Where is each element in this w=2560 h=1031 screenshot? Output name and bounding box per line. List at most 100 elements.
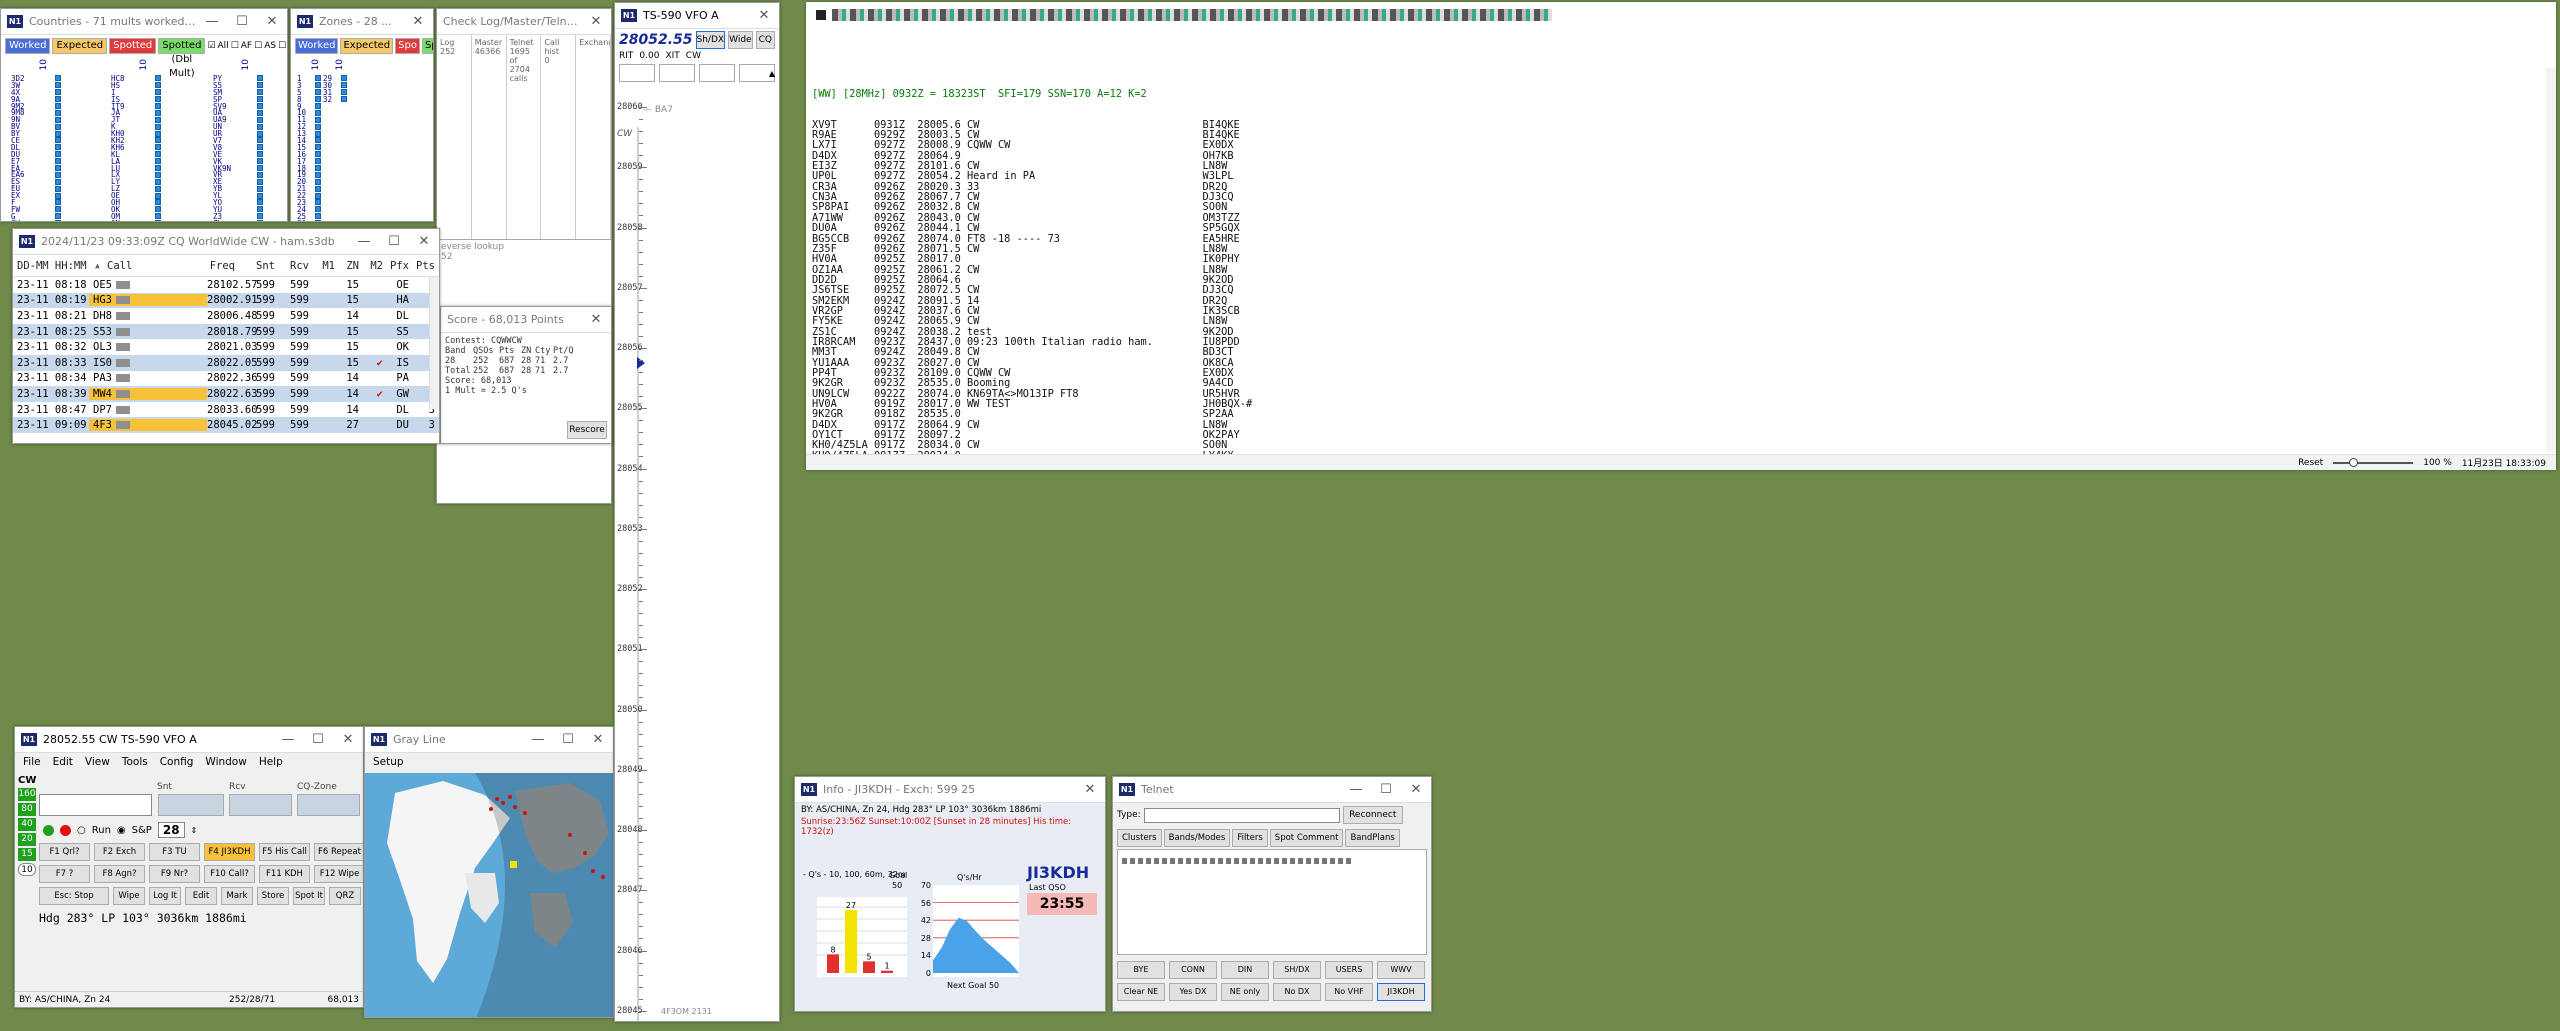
fkey-f1-qrl-[interactable]: F1 Qrl? [39,843,90,861]
spot-ba7[interactable]: BA7 [655,105,673,115]
grayline-titlebar[interactable]: N1 Gray Line — ☐ ✕ [365,727,613,753]
telnet-sh-dx-button[interactable]: SH/DX [1273,961,1321,979]
mult-item[interactable]: ZL [213,219,263,221]
entry-titlebar[interactable]: N1 28052.55 CW TS-590 VFO A — ☐ ✕ [15,727,363,753]
sp-radio[interactable]: ◉ [117,825,126,836]
table-row[interactable]: 23-11 08:19HG328002.9159959915HA3 [13,292,439,309]
checklog-titlebar[interactable]: Check Log/Master/Telnet/Exch/Call histo.… [437,9,611,35]
info-titlebar[interactable]: N1 Info - JI3KDH - Exch: 599 25 ✕ [795,777,1105,803]
band-80[interactable]: 80 [18,803,36,816]
band-15[interactable]: 15 [18,848,36,861]
fkey-f12-wipe[interactable]: F12 Wipe [314,865,363,883]
zoom-slider[interactable] [2333,457,2414,467]
bandmap-titlebar[interactable]: N1 TS-590 VFO A ✕ [615,3,779,29]
telnet-ji3kdh-button[interactable]: JI3KDH [1377,983,1425,1001]
telnet-no-dx-button[interactable]: No DX [1273,983,1321,1001]
rcv-input[interactable] [229,794,292,816]
col-m2[interactable]: M2 [359,260,383,272]
wide-button[interactable]: Wide [728,31,753,49]
fkey-f6-repeat[interactable]: F6 Repeat [314,843,363,861]
fkey-f8-agn-[interactable]: F8 Agn? [94,865,145,883]
zones-spotted-legend[interactable]: Spo [395,38,420,54]
close-icon[interactable]: ✕ [1401,782,1431,797]
telnet-clear-ne-button[interactable]: Clear NE [1117,983,1165,1001]
band-40[interactable]: 40 [18,818,36,831]
spotted-legend-button[interactable]: Spotted [109,38,157,54]
fkey-store[interactable]: Store [257,887,289,905]
mult-item[interactable]: ON [111,219,161,221]
close-icon[interactable]: ✕ [333,732,363,747]
tab-strip[interactable] [832,9,1552,21]
cqzone-input[interactable] [297,794,360,816]
setup-menu[interactable]: Setup [365,753,613,771]
col-freq[interactable]: Freq [207,260,235,272]
fkey-f7-[interactable]: F7 ? [39,865,90,883]
maximize-icon[interactable]: ☐ [553,732,583,747]
bandmap-field-1[interactable] [619,64,655,82]
spot-line[interactable]: DU0A 0926Z 28044.1 CW SP5GQX [812,223,2556,234]
fkey-mark[interactable]: Mark [221,887,253,905]
minimize-icon[interactable]: — [349,234,379,249]
close-icon[interactable]: ✕ [749,8,779,23]
fkey-f5-his-call[interactable]: F5 His Call [259,843,310,861]
menu-config[interactable]: Config [160,756,194,768]
col-zn[interactable]: ZN [335,260,359,272]
run-radio[interactable]: ○ [77,825,86,836]
reset-button[interactable]: Reset [2298,458,2323,468]
zone-spinner-icon[interactable]: ⇕ [191,826,198,835]
tab-clusters[interactable]: Clusters [1117,829,1162,847]
zone-number-input[interactable]: 28 [157,822,185,838]
telnet-no-vhf-button[interactable]: No VHF [1325,983,1373,1001]
close-icon[interactable]: ✕ [1075,782,1105,797]
mult-item[interactable]: EX [11,192,61,199]
worked-legend-button[interactable]: Worked [5,38,51,54]
telnet-din-button[interactable]: DIN [1221,961,1269,979]
close-icon[interactable]: ✕ [403,14,433,29]
minimize-icon[interactable]: — [197,14,227,29]
mult-item[interactable]: GW [11,219,61,221]
telnet-command-input[interactable] [1143,807,1340,823]
table-row[interactable]: 23-11 08:21DH828006.4859959914DL3 [13,308,439,324]
col-m1[interactable]: M1 [309,260,335,272]
spot-line[interactable]: JS6TSE 0925Z 28072.5 CW DJ3CQ [812,285,2556,296]
close-icon[interactable]: ✕ [583,732,613,747]
countries-titlebar[interactable]: N1Countries - 71 mults worked of 347 pos… [1,9,287,35]
maximize-icon[interactable]: ☐ [379,234,409,249]
mult-item[interactable]: HS [111,82,161,89]
fkey-wipe[interactable]: Wipe [113,887,145,905]
menu-window[interactable]: Window [205,756,246,768]
fkey-f10-call-[interactable]: F10 Call? [204,865,255,883]
cluster-scrollbar[interactable] [2546,68,2556,452]
menu-help[interactable]: Help [259,756,283,768]
telnet-ne-only-button[interactable]: NE only [1221,983,1269,1001]
close-icon[interactable]: ✕ [409,234,439,249]
telnet-wwv-button[interactable]: WWV [1377,961,1425,979]
reconnect-button[interactable]: Reconnect [1342,806,1403,824]
fkey-qrz[interactable]: QRZ [329,887,361,905]
telnet-titlebar[interactable]: N1 Telnet — ☐ ✕ [1113,777,1431,803]
table-row[interactable]: 23-11 08:33IS028022.0559959915✔IS3 [13,354,439,371]
mult-item[interactable]: 32 [323,95,347,103]
menu-edit[interactable]: Edit [53,756,73,768]
table-row[interactable]: 23-11 08:32OL328021.0359959915OK3 [13,339,439,355]
minimize-icon[interactable]: — [1341,782,1371,797]
band-10[interactable]: 10 [18,863,36,876]
maximize-icon[interactable]: ☐ [1371,782,1401,797]
close-icon[interactable]: ✕ [581,14,611,29]
mult-item[interactable]: JT [111,116,161,124]
all-checkbox[interactable]: ☑ [207,41,215,51]
af-checkbox[interactable]: ☐ [231,41,239,51]
col-call[interactable]: Call [107,260,207,272]
expected-legend-button[interactable]: Expected [52,38,108,54]
tab-filters[interactable]: Filters [1232,829,1268,847]
mult-item[interactable]: 26 [297,219,321,221]
minimize-icon[interactable]: — [523,732,553,747]
fkey-esc-stop[interactable]: Esc: Stop [39,887,109,905]
maximize-icon[interactable]: ☐ [227,14,257,29]
bandmap-field-2[interactable] [659,64,695,82]
snt-input[interactable] [158,794,224,816]
telnet-users-button[interactable]: USERS [1325,961,1373,979]
telnet-yes-dx-button[interactable]: Yes DX [1169,983,1217,1001]
fkey-f2-exch[interactable]: F2 Exch [94,843,145,861]
table-row[interactable]: 23-11 08:47 DP7 28033.60 599 599 14 DL 3 [13,401,439,418]
